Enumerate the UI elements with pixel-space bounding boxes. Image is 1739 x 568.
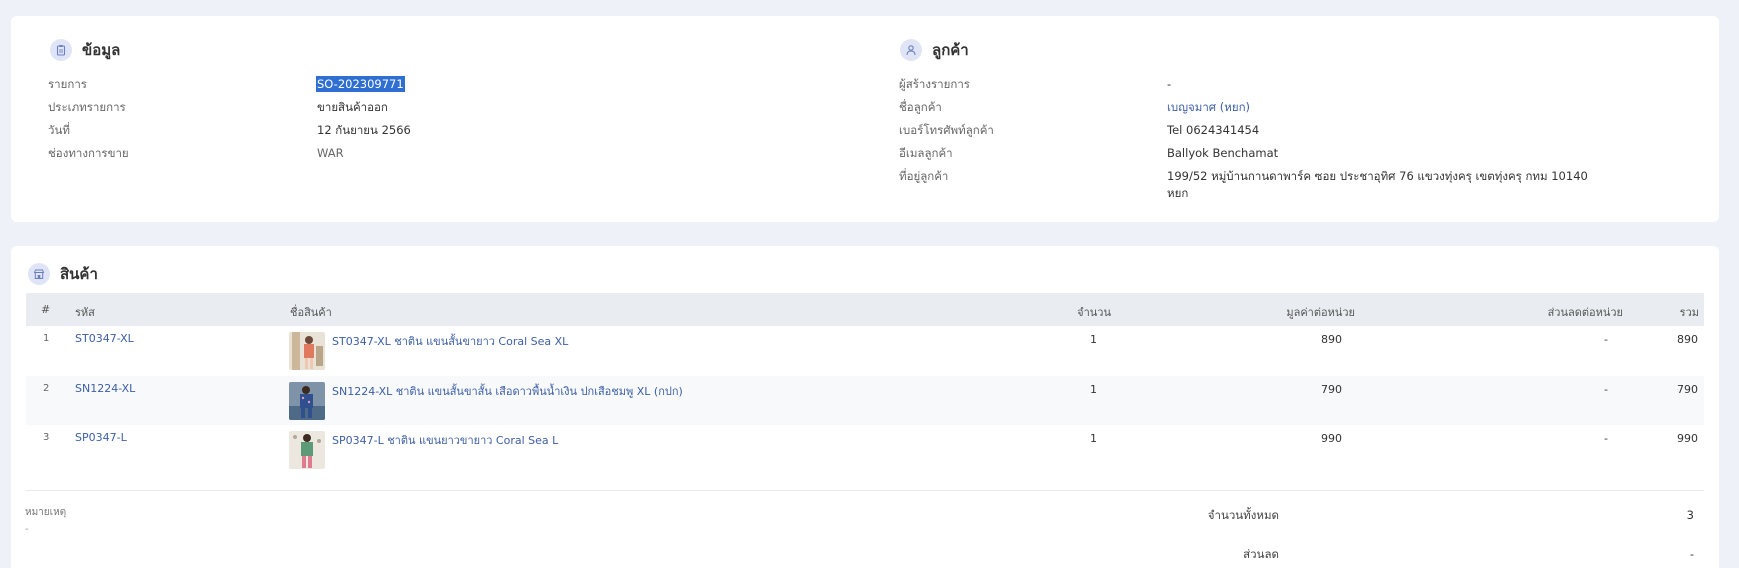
col-name: ชื่อสินค้า [290,306,332,319]
summary-discount-label: ส่วนลด [1243,547,1279,561]
customer-section-title: ลูกค้า [932,41,969,59]
info-value-order[interactable]: SO-202309771 [316,76,405,92]
product-thumbnail[interactable] [289,382,325,420]
row-unit-discount: - [1604,333,1608,346]
info-label-order: รายการ [48,77,87,91]
row-unit-price: 990 [1321,432,1342,445]
order-info-card: ข้อมูล รายการ SO-202309771 ประเภทรายการ … [11,16,1719,222]
row-name-link[interactable]: ST0347-XL ชาติน แขนสั้นขายาว Coral Sea X… [332,332,568,350]
row-total: 790 [1677,383,1698,396]
row-code-link[interactable]: SN1224-XL [75,382,135,395]
row-code-link[interactable]: SP0347-L [75,431,127,444]
info-value-channel: WAR [317,146,344,160]
clipboard-icon [50,39,72,61]
row-total: 890 [1677,333,1698,346]
row-no: 2 [43,383,50,394]
row-no: 3 [43,432,50,443]
info-label-channel: ช่องทางการขาย [48,146,129,160]
customer-label-email: อีเมลลูกค้า [899,146,953,160]
info-value-date: 12 กันยายน 2566 [317,123,411,137]
row-unit-discount: - [1604,383,1608,396]
summary-total-qty-label: จำนวนทั้งหมด [1207,508,1279,522]
row-name-link[interactable]: SP0347-L ชาติน แขนยาวขายาว Coral Sea L [332,431,558,449]
notes-label: หมายเหตุ [25,507,67,518]
user-icon [900,39,922,61]
customer-label-phone: เบอร์โทรศัพท์ลูกค้า [899,123,994,137]
products-section-header: สินค้า [28,262,98,286]
row-unit-price: 790 [1321,383,1342,396]
notes-value: - [25,524,29,535]
customer-label-creator: ผู้สร้างรายการ [899,77,970,91]
table-row: 3 SP0347-L SP0347-L ชาติน แขนยาวขายาว Co… [26,425,1704,474]
product-thumbnail[interactable] [289,431,325,469]
col-code: รหัส [75,306,95,319]
table-row: 1 ST0347-XL ST0347-XL ชาติน แขนสั้นขายาว… [26,326,1704,375]
row-total: 990 [1677,432,1698,445]
info-section-header: ข้อมูล [50,38,120,62]
products-card: สินค้า # รหัส ชื่อสินค้า จำนวน มูลค่าต่อ… [11,246,1719,568]
shop-icon [28,263,50,285]
info-value-type: ขายสินค้าออก [317,100,388,114]
product-thumbnail[interactable] [289,332,325,370]
col-total: รวม [1679,306,1699,319]
row-qty: 1 [1090,333,1097,346]
col-unit-price: มูลค่าต่อหน่วย [1286,306,1355,319]
row-qty: 1 [1090,432,1097,445]
products-table-header: # รหัส ชื่อสินค้า จำนวน มูลค่าต่อหน่วย ส… [26,293,1704,326]
customer-section-header: ลูกค้า [900,38,969,62]
customer-value-phone: Tel 0624341454 [1167,123,1260,137]
row-code-link[interactable]: ST0347-XL [75,332,134,345]
customer-label-address: ที่อยู่ลูกค้า [899,169,949,183]
table-row: 2 SN1224-XL SN1224-XL ชาติน แขนสั้นขาสั้… [26,376,1704,425]
customer-value-creator: - [1167,77,1172,91]
customer-value-email: Ballyok Benchamat [1167,146,1279,160]
customer-value-address: 199/52 หมู่บ้านกานดาพาร์ค ซอย ประชาอุทิศ… [1167,169,1588,183]
row-name-link[interactable]: SN1224-XL ชาติน แขนสั้นขาสั้น เสือดาวพื้… [332,382,683,400]
customer-value-address-line2: หยก [1167,186,1189,200]
row-unit-discount: - [1604,432,1608,445]
products-section-title: สินค้า [60,265,98,283]
customer-value-name-link[interactable]: เบญจมาศ (หยก) [1167,99,1250,115]
info-label-date: วันที่ [48,123,70,137]
table-divider [26,490,1704,491]
row-no: 1 [43,333,50,344]
summary-total-qty: 3 [1686,508,1694,522]
summary-discount: - [1689,547,1694,561]
col-no: # [41,303,51,316]
customer-label-name: ชื่อลูกค้า [899,100,942,114]
col-unit-discount: ส่วนลดต่อหน่วย [1547,306,1623,319]
row-unit-price: 890 [1321,333,1342,346]
info-section-title: ข้อมูล [82,41,121,59]
col-qty: จำนวน [1077,306,1111,319]
row-qty: 1 [1090,383,1097,396]
info-label-type: ประเภทรายการ [48,100,126,114]
